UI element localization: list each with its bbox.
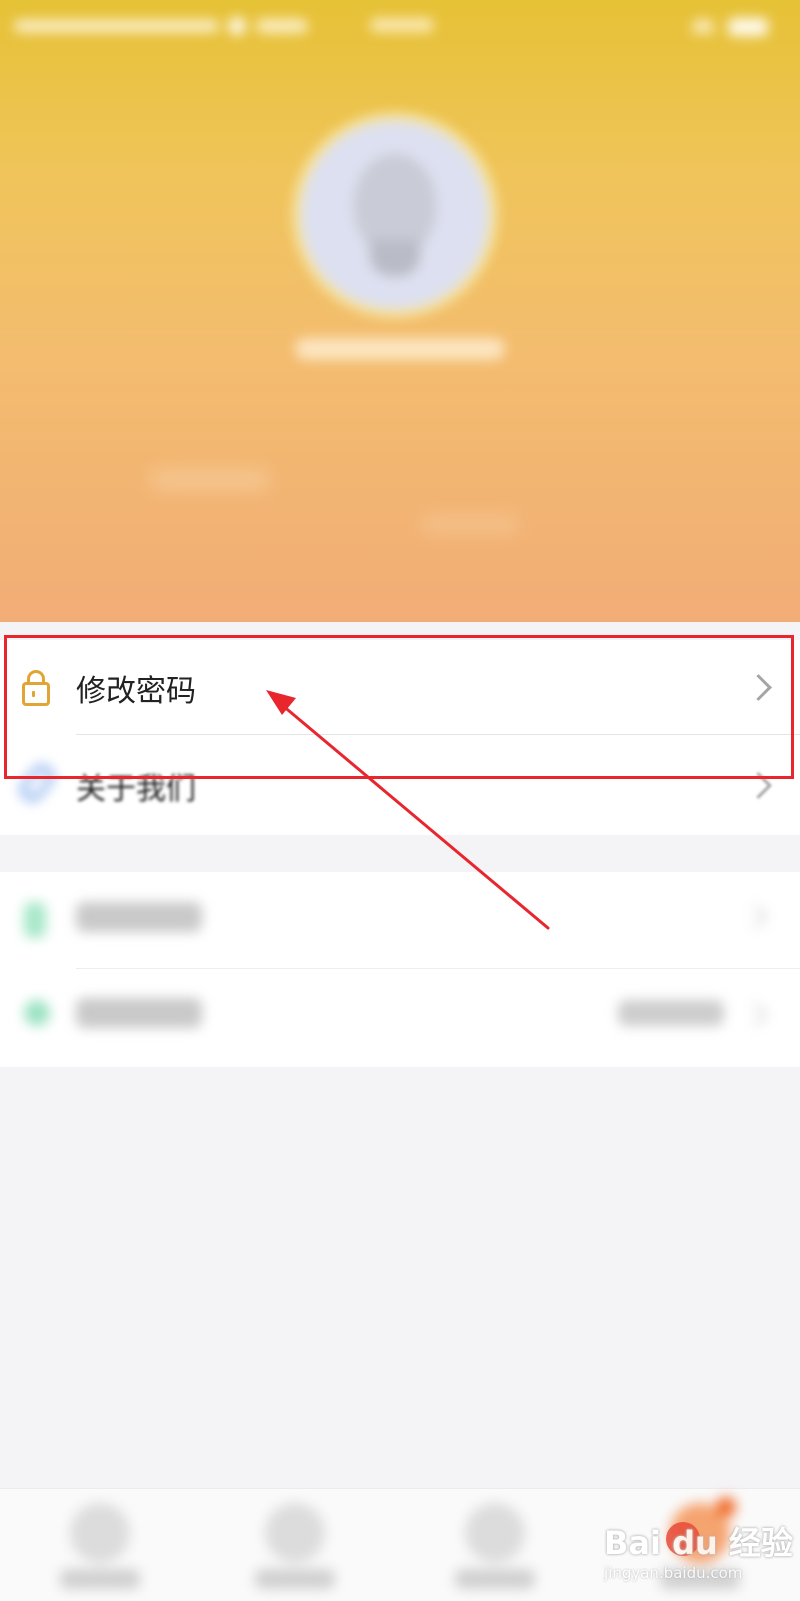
- chevron-right-icon: [745, 674, 772, 701]
- list-item-value: [618, 1000, 724, 1026]
- settings-card-secondary: [0, 872, 800, 1067]
- change-password-label: 修改密码: [76, 674, 196, 709]
- status-bar: [0, 0, 800, 52]
- nav-label: [455, 1569, 535, 1589]
- about-us-row[interactable]: 关于我们: [0, 738, 800, 834]
- lock-icon: [22, 670, 50, 706]
- battery-icon: [728, 18, 768, 36]
- watermark: Bai du 经验 jingyan.baidu.com: [604, 1518, 794, 1590]
- header-stat: [150, 470, 270, 490]
- header-stat: [420, 515, 520, 533]
- list-item[interactable]: [0, 872, 800, 1028]
- nav-item-home[interactable]: [0, 1489, 200, 1601]
- nav-label: [60, 1569, 140, 1589]
- message-icon: [465, 1503, 525, 1563]
- paperclip-icon: [16, 761, 58, 805]
- notification-badge: [716, 1497, 736, 1517]
- change-password-row[interactable]: 修改密码: [0, 640, 800, 736]
- avatar[interactable]: [292, 112, 498, 318]
- nav-item-messages[interactable]: [395, 1489, 595, 1601]
- status-icon: [24, 1000, 50, 1026]
- username: [295, 338, 505, 360]
- chevron-right-icon: [743, 1002, 768, 1027]
- profile-header: [0, 0, 800, 622]
- status-icons: [692, 16, 772, 36]
- home-icon: [70, 1503, 130, 1563]
- nav-label: [255, 1569, 335, 1589]
- status-time: [370, 18, 434, 32]
- status-signal-area: [14, 14, 308, 36]
- about-us-label: 关于我们: [76, 772, 196, 807]
- nav-item-discover[interactable]: [195, 1489, 395, 1601]
- settings-card: 修改密码 关于我们: [0, 640, 800, 835]
- watermark-domain: jingyan.baidu.com: [604, 1564, 743, 1582]
- compass-icon: [265, 1503, 325, 1563]
- divider: [76, 968, 800, 969]
- chevron-right-icon: [745, 772, 772, 799]
- watermark-logo: Bai du 经验: [604, 1524, 793, 1562]
- list-item-label: [76, 998, 202, 1028]
- divider: [76, 734, 800, 735]
- wifi-icon: [692, 19, 714, 33]
